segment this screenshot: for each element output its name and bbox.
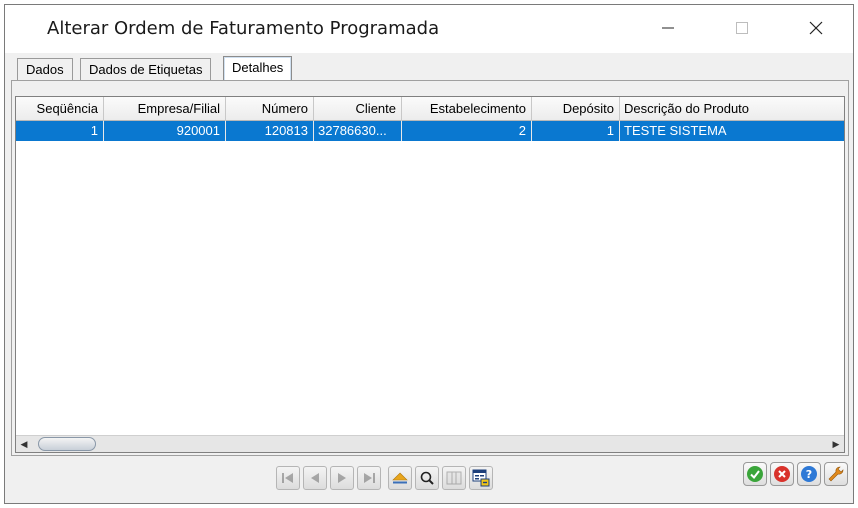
scroll-right-arrow-icon[interactable]: ▶	[828, 436, 844, 452]
next-icon	[338, 473, 346, 483]
minimize-button[interactable]	[645, 5, 691, 51]
search-button[interactable]	[415, 466, 439, 490]
window-title: Alterar Ordem de Faturamento Programada	[47, 18, 440, 39]
cell-estabelecimento: 2	[402, 121, 532, 141]
tab-panel-detalhes: Seqüência Empresa/Filial Número Cliente …	[11, 80, 849, 456]
close-button[interactable]	[793, 5, 839, 51]
table-row[interactable]: 1 920001 120813 32786630... 2 1 TESTE SI…	[16, 121, 844, 141]
title-bar: Alterar Ordem de Faturamento Programada	[5, 5, 853, 53]
maximize-button[interactable]	[719, 5, 765, 51]
cell-deposito: 1	[532, 121, 620, 141]
last-icon	[364, 473, 375, 483]
tab-detalhes[interactable]: Detalhes	[223, 56, 293, 82]
cell-numero: 120813	[226, 121, 314, 141]
scrollbar-thumb[interactable]	[38, 437, 96, 451]
search-icon	[420, 471, 434, 485]
close-icon	[809, 21, 823, 35]
previous-record-button[interactable]	[303, 466, 327, 490]
tab-label: Detalhes	[232, 60, 284, 75]
first-record-button[interactable]	[276, 466, 300, 490]
collapse-button[interactable]	[388, 466, 412, 490]
column-header-empresa-filial[interactable]: Empresa/Filial	[104, 97, 226, 121]
column-header-cliente[interactable]: Cliente	[314, 97, 402, 121]
export-icon	[472, 469, 490, 487]
last-record-button[interactable]	[357, 466, 381, 490]
cell-cliente: 32786630...	[314, 121, 402, 141]
svg-text:?: ?	[806, 468, 812, 481]
grid-header: Seqüência Empresa/Filial Número Cliente …	[16, 97, 844, 121]
export-button[interactable]	[469, 466, 493, 490]
help-icon: ?	[801, 466, 817, 482]
settings-button[interactable]	[824, 462, 848, 486]
cell-descricao-produto: TESTE SISTEMA	[624, 123, 727, 138]
column-header-sequencia[interactable]: Seqüência	[16, 97, 104, 121]
column-header-descricao-produto[interactable]: Descrição do Produto	[620, 97, 846, 121]
column-header-numero[interactable]: Número	[226, 97, 314, 121]
tab-label: Dados	[26, 62, 64, 77]
cancel-icon	[774, 466, 790, 482]
help-button[interactable]: ?	[797, 462, 821, 486]
previous-icon	[311, 473, 319, 483]
cell-sequencia: 1	[16, 121, 104, 141]
dialog-window: Alterar Ordem de Faturamento Programada …	[4, 4, 854, 504]
settings-icon	[828, 466, 844, 482]
column-header-deposito[interactable]: Depósito	[532, 97, 620, 121]
first-icon	[282, 473, 293, 483]
eject-icon	[392, 472, 408, 484]
details-grid: Seqüência Empresa/Filial Número Cliente …	[15, 96, 845, 453]
next-record-button[interactable]	[330, 466, 354, 490]
tab-dados[interactable]: Dados	[17, 58, 73, 80]
horizontal-scrollbar[interactable]: ◀ ▶	[16, 435, 844, 452]
confirm-icon	[747, 466, 763, 482]
column-header-estabelecimento[interactable]: Estabelecimento	[402, 97, 532, 121]
maximize-icon	[736, 22, 748, 34]
columns-button[interactable]	[442, 466, 466, 490]
scroll-left-arrow-icon[interactable]: ◀	[16, 436, 32, 452]
cancel-button[interactable]	[770, 462, 794, 486]
cell-empresa-filial: 920001	[104, 121, 226, 141]
minimize-icon	[662, 27, 674, 29]
confirm-button[interactable]	[743, 462, 767, 486]
tab-label: Dados de Etiquetas	[89, 62, 203, 77]
columns-icon	[446, 471, 462, 485]
tab-dados-de-etiquetas[interactable]: Dados de Etiquetas	[80, 58, 212, 80]
